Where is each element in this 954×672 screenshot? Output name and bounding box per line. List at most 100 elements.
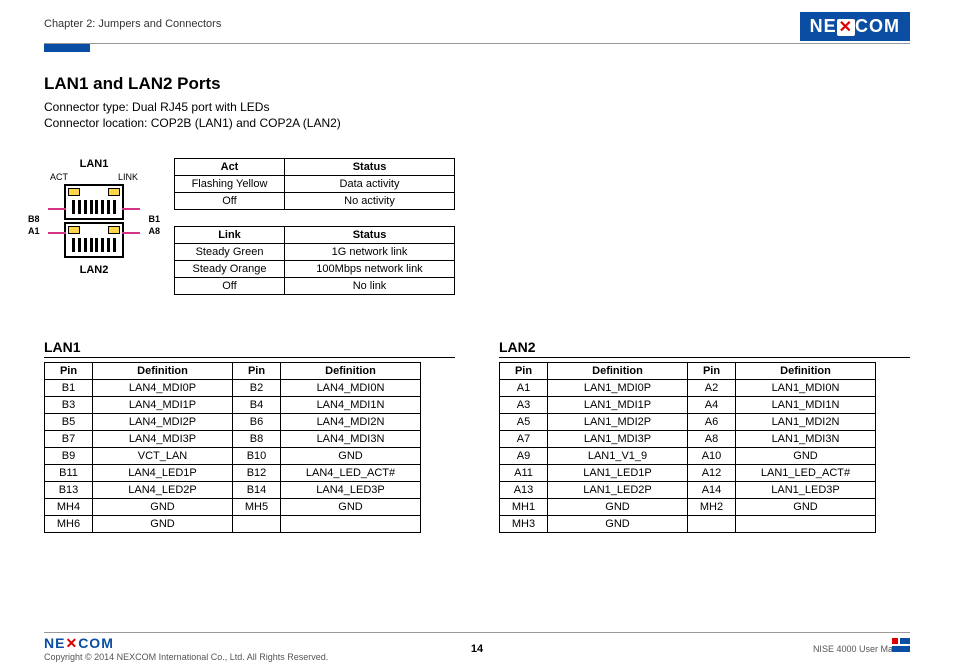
table-cell	[736, 516, 876, 533]
table-cell: Flashing Yellow	[175, 176, 285, 193]
table-cell: LAN4_LED_ACT#	[281, 465, 421, 482]
table-cell: LAN1_LED3P	[736, 482, 876, 499]
pin-a8-label: A8	[148, 226, 160, 236]
table-cell	[281, 516, 421, 533]
table-row: A5LAN1_MDI2PA6LAN1_MDI2N	[500, 414, 876, 431]
table-cell	[233, 516, 281, 533]
pin-a1-label: A1	[28, 226, 40, 236]
table-cell: LAN1_MDI2P	[548, 414, 688, 431]
table-cell: LAN4_MDI2N	[281, 414, 421, 431]
table-row: A1LAN1_MDI0PA2LAN1_MDI0N	[500, 380, 876, 397]
table-cell: LAN4_MDI3N	[281, 431, 421, 448]
table-cell: GND	[93, 516, 233, 533]
table-cell: GND	[548, 499, 688, 516]
table-cell: MH3	[500, 516, 548, 533]
table-cell: GND	[281, 448, 421, 465]
table-cell: B8	[233, 431, 281, 448]
table-row: OffNo activity	[175, 193, 455, 210]
lan1-table-title: LAN1	[44, 339, 455, 358]
table-cell: 100Mbps network link	[285, 261, 455, 278]
rj45-port-icon	[64, 184, 124, 220]
table-header: Pin	[233, 363, 281, 380]
table-header: Pin	[500, 363, 548, 380]
table-cell: LAN4_LED1P	[93, 465, 233, 482]
copyright-text: Copyright © 2014 NEXCOM International Co…	[44, 652, 328, 662]
lan2-table-title: LAN2	[499, 339, 910, 358]
table-cell: Data activity	[285, 176, 455, 193]
table-cell: LAN4_MDI3P	[93, 431, 233, 448]
brand-logo: NE✕COM	[800, 12, 910, 41]
table-cell: MH1	[500, 499, 548, 516]
table-cell: B2	[233, 380, 281, 397]
table-cell: A8	[688, 431, 736, 448]
table-cell: A3	[500, 397, 548, 414]
act-label: ACT	[50, 172, 68, 182]
lan2-pin-table: PinDefinitionPinDefinitionA1LAN1_MDI0PA2…	[499, 362, 876, 533]
table-cell: 1G network link	[285, 244, 455, 261]
table-row: B1LAN4_MDI0PB2LAN4_MDI0N	[45, 380, 421, 397]
table-cell: LAN1_MDI0P	[548, 380, 688, 397]
connector-type: Connector type: Dual RJ45 port with LEDs	[44, 100, 910, 114]
table-row: B7LAN4_MDI3PB8LAN4_MDI3N	[45, 431, 421, 448]
table-cell: GND	[548, 516, 688, 533]
table-cell: LAN4_MDI1N	[281, 397, 421, 414]
table-cell: A6	[688, 414, 736, 431]
table-cell: GND	[736, 448, 876, 465]
table-cell: B7	[45, 431, 93, 448]
table-header: Status	[285, 227, 455, 244]
table-header: Status	[285, 159, 455, 176]
table-row: Steady Green1G network link	[175, 244, 455, 261]
table-cell: A7	[500, 431, 548, 448]
table-header: Link	[175, 227, 285, 244]
table-cell: A9	[500, 448, 548, 465]
table-cell: B11	[45, 465, 93, 482]
table-cell: MH6	[45, 516, 93, 533]
connector-location: Connector location: COP2B (LAN1) and COP…	[44, 116, 910, 130]
table-cell: No activity	[285, 193, 455, 210]
table-cell: LAN4_MDI0P	[93, 380, 233, 397]
table-cell: A14	[688, 482, 736, 499]
table-row: A11LAN1_LED1PA12LAN1_LED_ACT#	[500, 465, 876, 482]
table-cell: B12	[233, 465, 281, 482]
table-row: B13LAN4_LED2PB14LAN4_LED3P	[45, 482, 421, 499]
table-cell: B5	[45, 414, 93, 431]
table-cell: GND	[93, 499, 233, 516]
table-cell: GND	[281, 499, 421, 516]
table-cell: B4	[233, 397, 281, 414]
table-cell: LAN1_MDI2N	[736, 414, 876, 431]
table-cell: Off	[175, 193, 285, 210]
table-cell: A13	[500, 482, 548, 499]
table-cell: LAN4_MDI0N	[281, 380, 421, 397]
table-row: B3LAN4_MDI1PB4LAN4_MDI1N	[45, 397, 421, 414]
table-cell: VCT_LAN	[93, 448, 233, 465]
table-cell: LAN1_LED1P	[548, 465, 688, 482]
table-cell: LAN1_V1_9	[548, 448, 688, 465]
table-row: A9LAN1_V1_9A10GND	[500, 448, 876, 465]
table-cell: MH2	[688, 499, 736, 516]
table-cell: B1	[45, 380, 93, 397]
table-header: Definition	[736, 363, 876, 380]
lan1-pin-table: PinDefinitionPinDefinitionB1LAN4_MDI0PB2…	[44, 362, 421, 533]
table-header: Act	[175, 159, 285, 176]
table-header: Pin	[45, 363, 93, 380]
table-row: B11LAN4_LED1PB12LAN4_LED_ACT#	[45, 465, 421, 482]
table-cell: A11	[500, 465, 548, 482]
page-number: 14	[471, 643, 483, 655]
table-cell: LAN1_MDI1N	[736, 397, 876, 414]
table-cell: B3	[45, 397, 93, 414]
table-cell: B6	[233, 414, 281, 431]
footer-logo: NE✕COM	[44, 635, 328, 652]
table-cell: B13	[45, 482, 93, 499]
port-diagram: LAN1 ACT LINK B8 B1 A1 A8	[44, 158, 144, 278]
section-title: LAN1 and LAN2 Ports	[44, 74, 910, 94]
header-accent	[44, 44, 90, 52]
table-cell	[688, 516, 736, 533]
lan2-label: LAN2	[44, 264, 144, 276]
table-cell: A12	[688, 465, 736, 482]
link-status-table: LinkStatusSteady Green1G network linkSte…	[174, 226, 455, 295]
table-row: A13LAN1_LED2PA14LAN1_LED3P	[500, 482, 876, 499]
table-cell: LAN4_MDI2P	[93, 414, 233, 431]
link-label: LINK	[118, 172, 138, 182]
table-cell: Steady Green	[175, 244, 285, 261]
table-cell: A5	[500, 414, 548, 431]
